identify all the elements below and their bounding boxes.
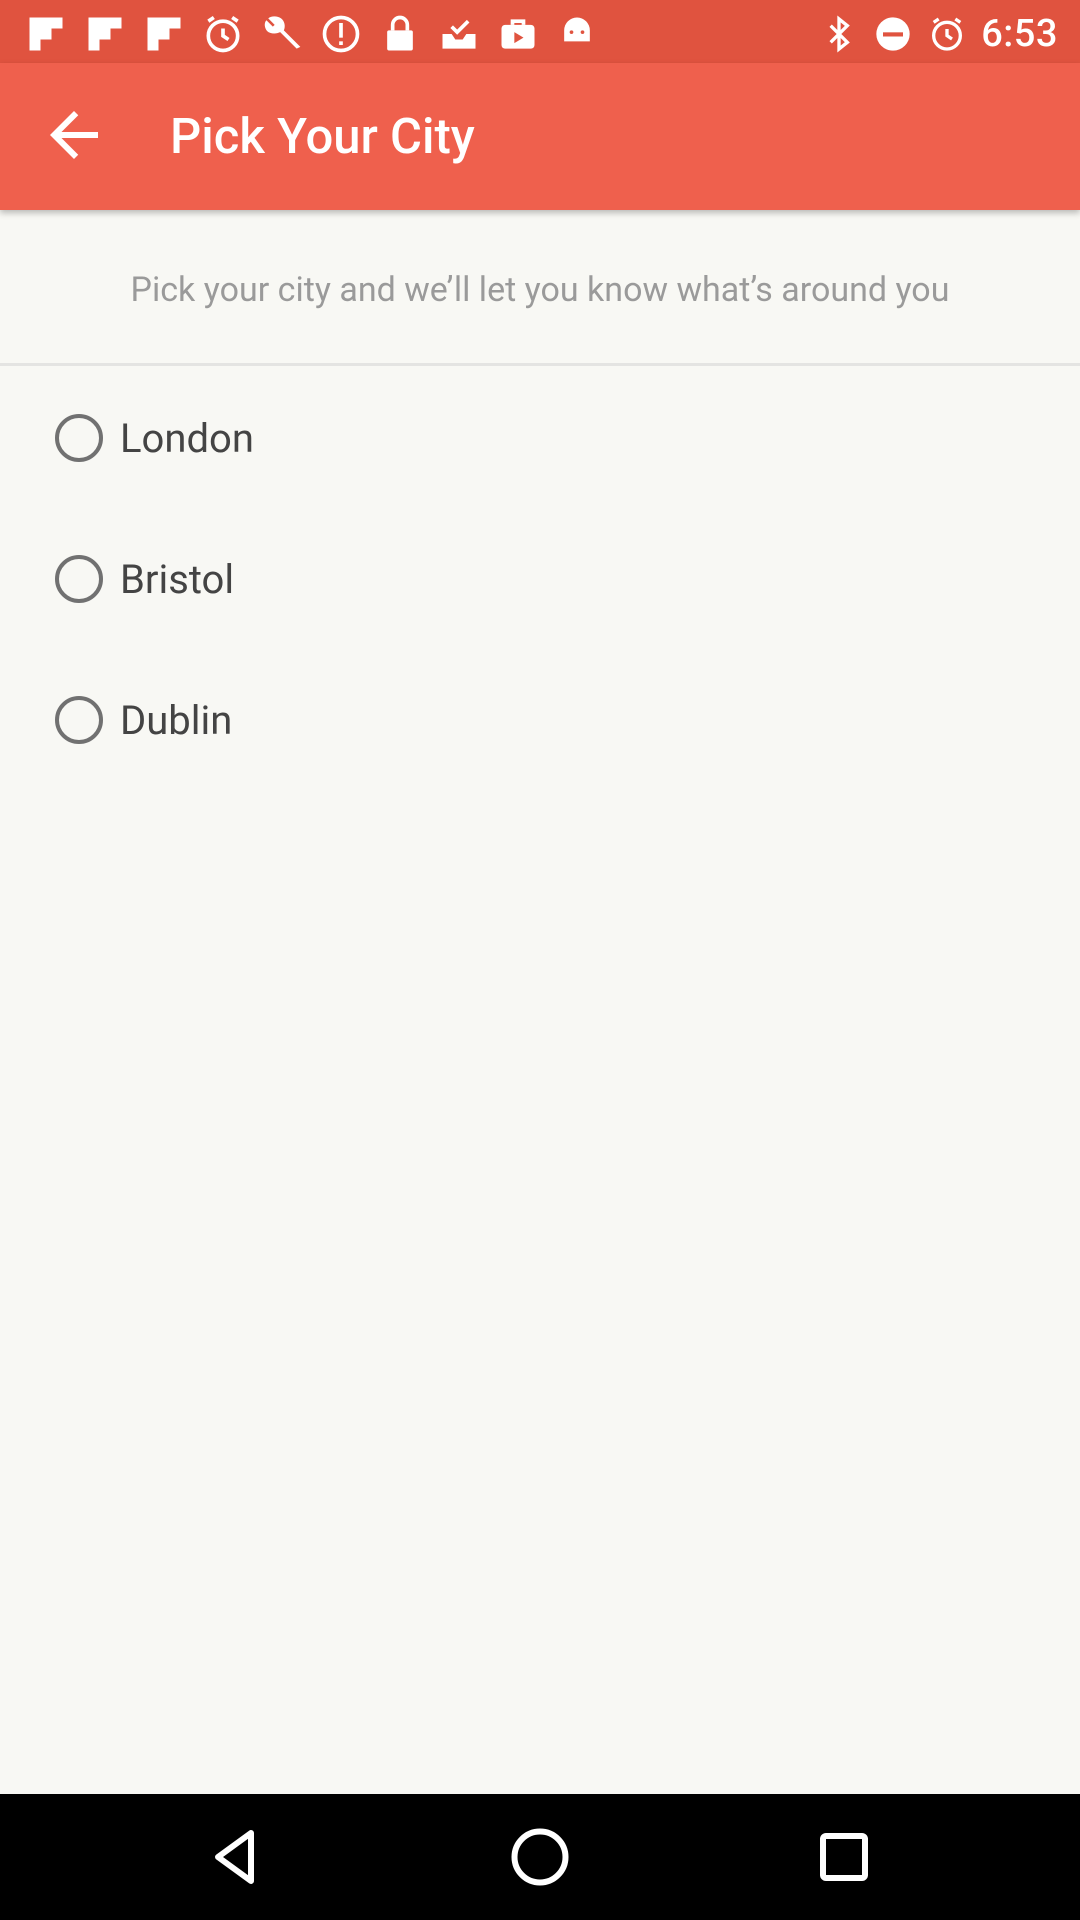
radio-button[interactable]	[55, 555, 103, 603]
city-label: London	[120, 414, 254, 462]
status-clock: 6:53	[981, 12, 1058, 56]
inbox-check-icon	[437, 12, 481, 56]
briefcase-icon	[496, 12, 540, 56]
app-bar: Pick Your City	[0, 63, 1080, 210]
home-circle-icon	[511, 1828, 569, 1886]
flipboard-icon	[142, 12, 186, 56]
back-triangle-icon	[215, 1830, 254, 1884]
arrow-back-icon	[50, 111, 98, 159]
wrench-icon	[260, 12, 304, 56]
alarm-icon	[927, 14, 967, 54]
city-option-dublin[interactable]: Dublin	[55, 680, 232, 760]
back-button[interactable]	[38, 99, 110, 171]
flipboard-icon	[24, 12, 68, 56]
city-label: Dublin	[120, 696, 233, 744]
lock-icon	[378, 12, 422, 56]
notification-icons	[24, 12, 599, 56]
navigation-bar	[0, 1794, 1080, 1920]
alert-icon	[319, 12, 363, 56]
system-status-icons: 6:53	[819, 12, 1058, 56]
instruction-text: Pick your city and we’ll let you know wh…	[130, 270, 950, 310]
nav-home-button[interactable]	[504, 1821, 576, 1893]
nav-back-button[interactable]	[200, 1821, 272, 1893]
do-not-disturb-icon	[873, 14, 913, 54]
bluetooth-icon	[819, 14, 859, 54]
city-option-london[interactable]: London	[55, 398, 254, 478]
city-label: Bristol	[120, 555, 235, 603]
divider	[0, 363, 1080, 366]
radio-button[interactable]	[55, 696, 103, 744]
city-option-bristol[interactable]: Bristol	[55, 539, 234, 619]
radio-button[interactable]	[55, 414, 103, 462]
status-bar: 6:53	[0, 0, 1080, 63]
nav-recents-button[interactable]	[808, 1821, 880, 1893]
android-icon	[555, 12, 599, 56]
recents-square-icon	[820, 1833, 868, 1881]
alarm-icon	[201, 12, 245, 56]
flipboard-icon	[83, 12, 127, 56]
page-title: Pick Your City	[170, 108, 475, 165]
